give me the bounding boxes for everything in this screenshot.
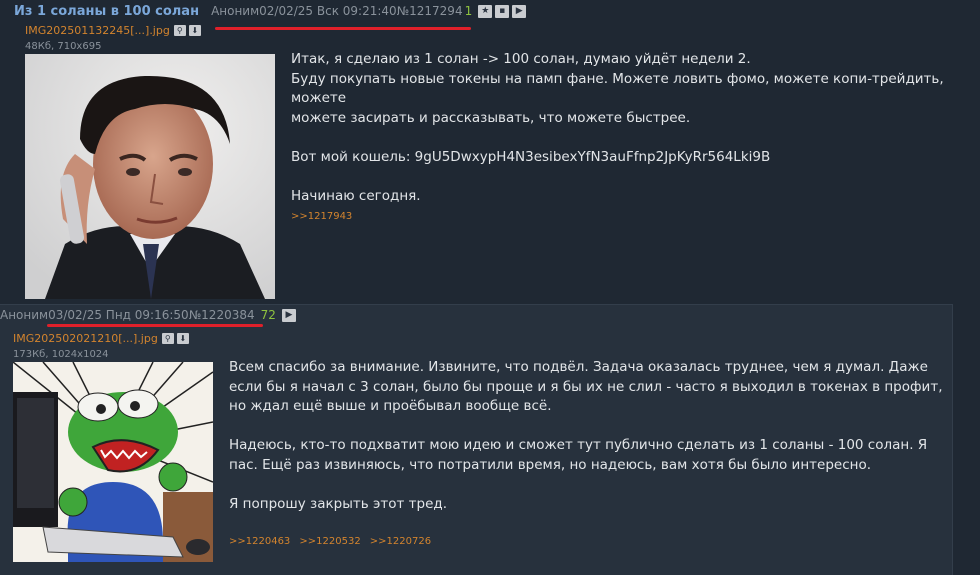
reply-image[interactable]	[13, 362, 213, 562]
download-icon[interactable]: ⬇	[176, 333, 189, 344]
op-paragraph: Итак, я сделаю из 1 солан -> 100 солан, …	[291, 51, 944, 126]
post-date: 02/02/25 Вск 09:21:40	[259, 4, 397, 18]
reply-link[interactable]: >>1220726	[370, 536, 431, 547]
star-icon[interactable]: ★	[478, 4, 493, 18]
op-image[interactable]	[25, 54, 275, 299]
op-paragraph: Вот мой кошель: 9gU5DwxypH4N3esibexYfN3a…	[291, 148, 771, 165]
man-phone-photo	[25, 54, 275, 299]
reply-paragraph: Всем спасибо за внимание. Извините, что …	[229, 359, 943, 414]
post-author: Аноним	[211, 4, 260, 18]
reply-replies: >>1220463 >>1220532 >>1220726	[229, 529, 435, 548]
search-icon[interactable]: ⚲	[161, 333, 174, 344]
reply-file-line: IMG202502021210[...].jpg ⚲ ⬇	[13, 332, 192, 345]
post-date: 03/02/25 Пнд 09:16:50	[48, 308, 189, 322]
post-count: 1	[464, 4, 473, 18]
reply-text: Всем спасибо за внимание. Извините, что …	[229, 358, 949, 534]
reply-link[interactable]: >>1220532	[299, 536, 360, 547]
play-icon[interactable]: ▶	[281, 308, 296, 322]
reply-link[interactable]: >>1217943	[291, 211, 352, 222]
post-author: Аноним	[0, 308, 49, 322]
red-underline-reply	[47, 324, 263, 327]
download-icon[interactable]: ⬇	[188, 25, 201, 36]
red-underline-op	[215, 27, 471, 30]
thread-title: Из 1 соланы в 100 солан	[14, 3, 200, 19]
op-text: Итак, я сделаю из 1 солан -> 100 солан, …	[291, 50, 980, 226]
reply-link[interactable]: >>1220463	[229, 536, 290, 547]
search-icon[interactable]: ⚲	[173, 25, 186, 36]
post-count: 72	[260, 308, 276, 322]
op-replies: >>1217943	[291, 204, 356, 223]
op-post: Из 1 соланы в 100 солан Аноним 02/02/25 …	[0, 0, 980, 300]
reply-file-info: 173Кб, 1024x1024	[13, 349, 109, 360]
post-number[interactable]: №1217294	[397, 4, 463, 18]
play-icon[interactable]: ▶	[512, 4, 527, 18]
reply-file-link[interactable]: IMG202502021210[...].jpg	[13, 332, 158, 345]
angry-frog-art	[13, 362, 213, 562]
post-number[interactable]: №1220384	[189, 308, 255, 322]
op-paragraph: Начинаю сегодня.	[291, 187, 421, 204]
reply-paragraph: Я попрошу закрыть этот тред.	[229, 495, 448, 512]
reply-header: Аноним 03/02/25 Пнд 09:16:50 №1220384 72…	[0, 305, 299, 325]
reply-paragraph: Надеюсь, кто-то подхватит мою идею и смо…	[229, 437, 928, 473]
op-file-line: IMG202501132245[...].jpg ⚲ ⬇	[25, 24, 204, 37]
op-file-link[interactable]: IMG202501132245[...].jpg	[25, 24, 170, 37]
menu-icon[interactable]: ▪	[495, 4, 510, 18]
op-header: Из 1 соланы в 100 солан Аноним 02/02/25 …	[14, 2, 529, 20]
op-file-info: 48Кб, 710x695	[25, 41, 102, 52]
